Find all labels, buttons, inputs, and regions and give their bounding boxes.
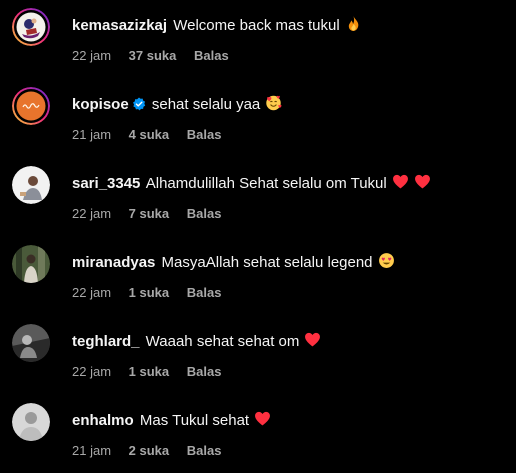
comment-text-line: teghlard_ Waaah sehat sehat om — [72, 331, 496, 352]
comments-list: kemasazizkaj Welcome back mas tukul 22 j… — [0, 0, 516, 472]
comment-meta: 22 jam 1 suka Balas — [72, 285, 235, 301]
comment-text-line: miranadyas MasyaAllah sehat selalu legen… — [72, 252, 496, 273]
comment-username[interactable]: miranadyas — [72, 254, 155, 271]
comment-time: 21 jam — [72, 127, 112, 142]
comment-time: 22 jam — [72, 48, 112, 63]
comment-username[interactable]: kopisoe — [72, 96, 129, 113]
reply-button[interactable]: Balas — [187, 206, 222, 221]
comment-text-line: sari_3345 Alhamdulillah Sehat selalu om … — [72, 173, 496, 194]
comment-meta: 21 jam 4 suka Balas — [72, 127, 235, 143]
heart-eyes-emoji — [378, 253, 394, 268]
comment-meta: 21 jam 2 suka Balas — [72, 443, 235, 459]
comment-likes[interactable]: 2 suka — [129, 443, 169, 458]
fire-emoji — [348, 16, 359, 31]
comment-likes[interactable]: 37 suka — [129, 48, 177, 63]
reply-button[interactable]: Balas — [187, 443, 222, 458]
comment-body: Mas Tukul sehat — [135, 412, 250, 429]
comment-likes[interactable]: 7 suka — [129, 206, 169, 221]
comment-likes[interactable]: 4 suka — [129, 127, 169, 142]
reply-button[interactable]: Balas — [187, 364, 222, 379]
red-heart-emoji — [414, 174, 430, 189]
comment-username[interactable]: enhalmo — [72, 412, 134, 429]
comment-time: 22 jam — [72, 206, 112, 221]
verified-badge-icon — [132, 97, 145, 111]
comment-text-line: kopisoe sehat selalu yaa — [72, 94, 496, 115]
avatar-enhalmo[interactable] — [12, 403, 50, 441]
comment-username[interactable]: teghlard_ — [72, 333, 140, 350]
red-heart-emoji — [255, 411, 271, 426]
avatar-photo-icon — [12, 245, 50, 283]
comment-username[interactable]: kemasazizkaj — [72, 17, 167, 34]
comment-meta: 22 jam 37 suka Balas — [72, 48, 243, 64]
red-heart-emoji — [392, 174, 408, 189]
comment-time: 21 jam — [72, 443, 112, 458]
comment-likes[interactable]: 1 suka — [129, 285, 169, 300]
comment-likes[interactable]: 1 suka — [129, 364, 169, 379]
comment-item: kopisoe sehat selalu yaa 21 jam 4 suka B… — [0, 79, 516, 157]
reply-button[interactable]: Balas — [194, 48, 229, 63]
comment-item: teghlard_ Waaah sehat sehat om 22 jam 1 … — [0, 316, 516, 394]
comment-time: 22 jam — [72, 285, 112, 300]
comment-item: kemasazizkaj Welcome back mas tukul 22 j… — [0, 0, 516, 78]
comment-body: MasyaAllah sehat selalu legend — [157, 254, 373, 271]
comment-text-line: enhalmo Mas Tukul sehat — [72, 410, 496, 431]
reply-button[interactable]: Balas — [187, 127, 222, 142]
comment-text-line: kemasazizkaj Welcome back mas tukul — [72, 15, 496, 36]
comment-body: Alhamdulillah Sehat selalu om Tukul — [142, 175, 387, 192]
comment-item: sari_3345 Alhamdulillah Sehat selalu om … — [0, 158, 516, 236]
avatar-cartoon-icon — [12, 8, 50, 46]
avatar-photo-icon — [12, 324, 50, 362]
avatar-kemasazizkaj[interactable] — [12, 8, 50, 46]
avatar-teghlard_[interactable] — [12, 324, 50, 362]
smiling-face-with-hearts-emoji — [266, 95, 282, 111]
avatar-kopisoe[interactable] — [12, 87, 50, 125]
comment-time: 22 jam — [72, 364, 112, 379]
comment-item: enhalmo Mas Tukul sehat 21 jam 2 suka Ba… — [0, 395, 516, 473]
comment-body: Waaah sehat sehat om — [141, 333, 300, 350]
comment-meta: 22 jam 1 suka Balas — [72, 364, 235, 380]
avatar-kopisoe-logo-icon — [12, 87, 50, 125]
avatar-miranadyas[interactable] — [12, 245, 50, 283]
comment-body: sehat selalu yaa — [147, 96, 261, 113]
comment-item: miranadyas MasyaAllah sehat selalu legen… — [0, 237, 516, 315]
red-heart-emoji — [305, 332, 321, 347]
avatar-sari_3345[interactable] — [12, 166, 50, 204]
avatar-photo-icon — [12, 403, 50, 441]
comment-username[interactable]: sari_3345 — [72, 175, 140, 192]
avatar-photo-icon — [12, 166, 50, 204]
comment-meta: 22 jam 7 suka Balas — [72, 206, 235, 222]
comment-body: Welcome back mas tukul — [169, 17, 340, 34]
reply-button[interactable]: Balas — [187, 285, 222, 300]
